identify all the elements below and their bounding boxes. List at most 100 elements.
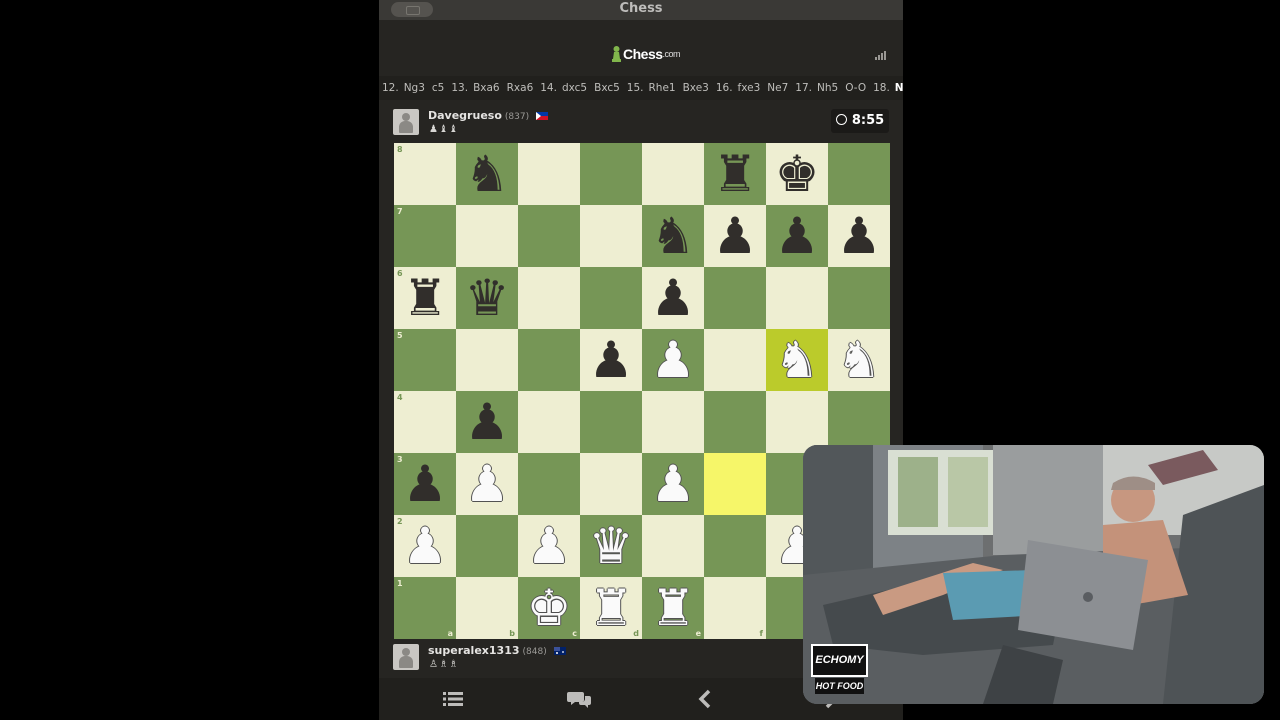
square-d6[interactable]: [580, 267, 642, 329]
square-e2[interactable]: [642, 515, 704, 577]
square-d3[interactable]: [580, 453, 642, 515]
white-rook-d1[interactable]: ♜: [580, 577, 642, 639]
title-bar: Chess: [379, 0, 903, 20]
logo-text: Chess: [623, 46, 663, 62]
square-a4[interactable]: 4: [394, 391, 456, 453]
app-header: Chess .com: [379, 20, 903, 76]
player-name[interactable]: superalex1313: [428, 644, 520, 657]
black-knight-b8[interactable]: ♞: [456, 143, 518, 205]
black-queen-b6[interactable]: ♛: [456, 267, 518, 329]
move-entry[interactable]: Ng3: [404, 82, 425, 94]
black-pawn-h7[interactable]: ♟: [828, 205, 890, 267]
white-pawn-a2[interactable]: ♟: [394, 515, 456, 577]
white-queen-d2[interactable]: ♛: [580, 515, 642, 577]
move-entry[interactable]: O-O: [845, 82, 866, 94]
square-g6[interactable]: [766, 267, 828, 329]
square-d8[interactable]: [580, 143, 642, 205]
white-king-c1[interactable]: ♚: [518, 577, 580, 639]
rank-label: 4: [397, 393, 403, 402]
logo-suffix: .com: [662, 49, 681, 59]
square-f2[interactable]: [704, 515, 766, 577]
move-entry[interactable]: Rhe1: [649, 82, 676, 94]
chevron-left-icon: [698, 689, 711, 709]
clock-time: 8:55: [851, 113, 885, 128]
white-pawn-b3[interactable]: ♟: [456, 453, 518, 515]
white-pawn-c2[interactable]: ♟: [518, 515, 580, 577]
move-list-strip[interactable]: 12. Ng3 c5 13. Bxa6 Rxa6 14. dxc5 Bxc5 15. Rhe1 Bxe…: [379, 76, 903, 100]
square-h6[interactable]: [828, 267, 890, 329]
black-king-g8[interactable]: ♚: [766, 143, 828, 205]
square-a1[interactable]: 1a: [394, 577, 456, 639]
white-pawn-e3[interactable]: ♟: [642, 453, 704, 515]
square-b1[interactable]: b: [456, 577, 518, 639]
square-e8[interactable]: [642, 143, 704, 205]
black-pawn-f7[interactable]: ♟: [704, 205, 766, 267]
black-pawn-d5[interactable]: ♟: [580, 329, 642, 391]
square-f3[interactable]: [704, 453, 766, 515]
square-f1[interactable]: f: [704, 577, 766, 639]
square-f6[interactable]: [704, 267, 766, 329]
previous-move-button[interactable]: [644, 684, 766, 714]
list-icon: [443, 692, 463, 706]
chat-button[interactable]: [518, 684, 640, 714]
flag-philippines-icon: [535, 112, 548, 120]
player-name[interactable]: Davegrueso: [428, 109, 502, 122]
black-pawn-e6[interactable]: ♟: [642, 267, 704, 329]
game-clock: 8:55: [831, 109, 889, 133]
window-title: Chess: [619, 1, 663, 16]
white-pawn-e5[interactable]: ♟: [642, 329, 704, 391]
square-c7[interactable]: [518, 205, 580, 267]
square-f4[interactable]: [704, 391, 766, 453]
square-g4[interactable]: [766, 391, 828, 453]
file-label: b: [509, 629, 515, 638]
move-entry[interactable]: Bxc5: [594, 82, 620, 94]
square-c6[interactable]: [518, 267, 580, 329]
square-h4[interactable]: [828, 391, 890, 453]
move-entry[interactable]: Ng5: [895, 82, 903, 94]
flag-australia-icon: [553, 647, 566, 655]
moves-list-button[interactable]: [392, 684, 514, 714]
square-b7[interactable]: [456, 205, 518, 267]
black-pawn-a3[interactable]: ♟: [394, 453, 456, 515]
avatar[interactable]: [393, 109, 419, 135]
square-h8[interactable]: [828, 143, 890, 205]
black-knight-e7[interactable]: ♞: [642, 205, 704, 267]
black-rook-a6[interactable]: ♜: [394, 267, 456, 329]
square-e4[interactable]: [642, 391, 704, 453]
square-c5[interactable]: [518, 329, 580, 391]
move-entry[interactable]: Bxa6: [473, 82, 500, 94]
white-knight-g5[interactable]: ♞: [766, 329, 828, 391]
square-c3[interactable]: [518, 453, 580, 515]
move-entry[interactable]: Bxe3: [683, 82, 709, 94]
file-label: a: [447, 629, 453, 638]
square-f5[interactable]: [704, 329, 766, 391]
top-player-bar: Davegrueso (837) ♟♝♝ 8:55: [393, 107, 889, 137]
white-rook-e1[interactable]: ♜: [642, 577, 704, 639]
black-pawn-b4[interactable]: ♟: [456, 391, 518, 453]
square-d4[interactable]: [580, 391, 642, 453]
square-c8[interactable]: [518, 143, 580, 205]
chess-com-logo[interactable]: Chess .com: [611, 44, 681, 64]
move-entry[interactable]: Ne7: [767, 82, 788, 94]
captured-pieces: ♙♗♗: [429, 659, 459, 670]
black-rook-f8[interactable]: ♜: [704, 143, 766, 205]
signal-strength-icon: [875, 50, 889, 60]
top-player-name-line: Davegrueso (837): [428, 109, 548, 122]
square-b2[interactable]: [456, 515, 518, 577]
square-a7[interactable]: 7: [394, 205, 456, 267]
move-entry[interactable]: fxe3: [738, 82, 761, 94]
square-d7[interactable]: [580, 205, 642, 267]
move-entry[interactable]: Nh5: [817, 82, 838, 94]
square-a5[interactable]: 5: [394, 329, 456, 391]
square-a8[interactable]: 8: [394, 143, 456, 205]
square-b5[interactable]: [456, 329, 518, 391]
avatar[interactable]: [393, 644, 419, 670]
pawn-logo-icon: [611, 45, 622, 63]
file-label: f: [759, 629, 763, 638]
move-entry[interactable]: Rxa6: [507, 82, 534, 94]
square-c4[interactable]: [518, 391, 580, 453]
move-entry[interactable]: dxc5: [562, 82, 587, 94]
white-knight-h5[interactable]: ♞: [828, 329, 890, 391]
black-pawn-g7[interactable]: ♟: [766, 205, 828, 267]
move-entry[interactable]: c5: [432, 82, 444, 94]
